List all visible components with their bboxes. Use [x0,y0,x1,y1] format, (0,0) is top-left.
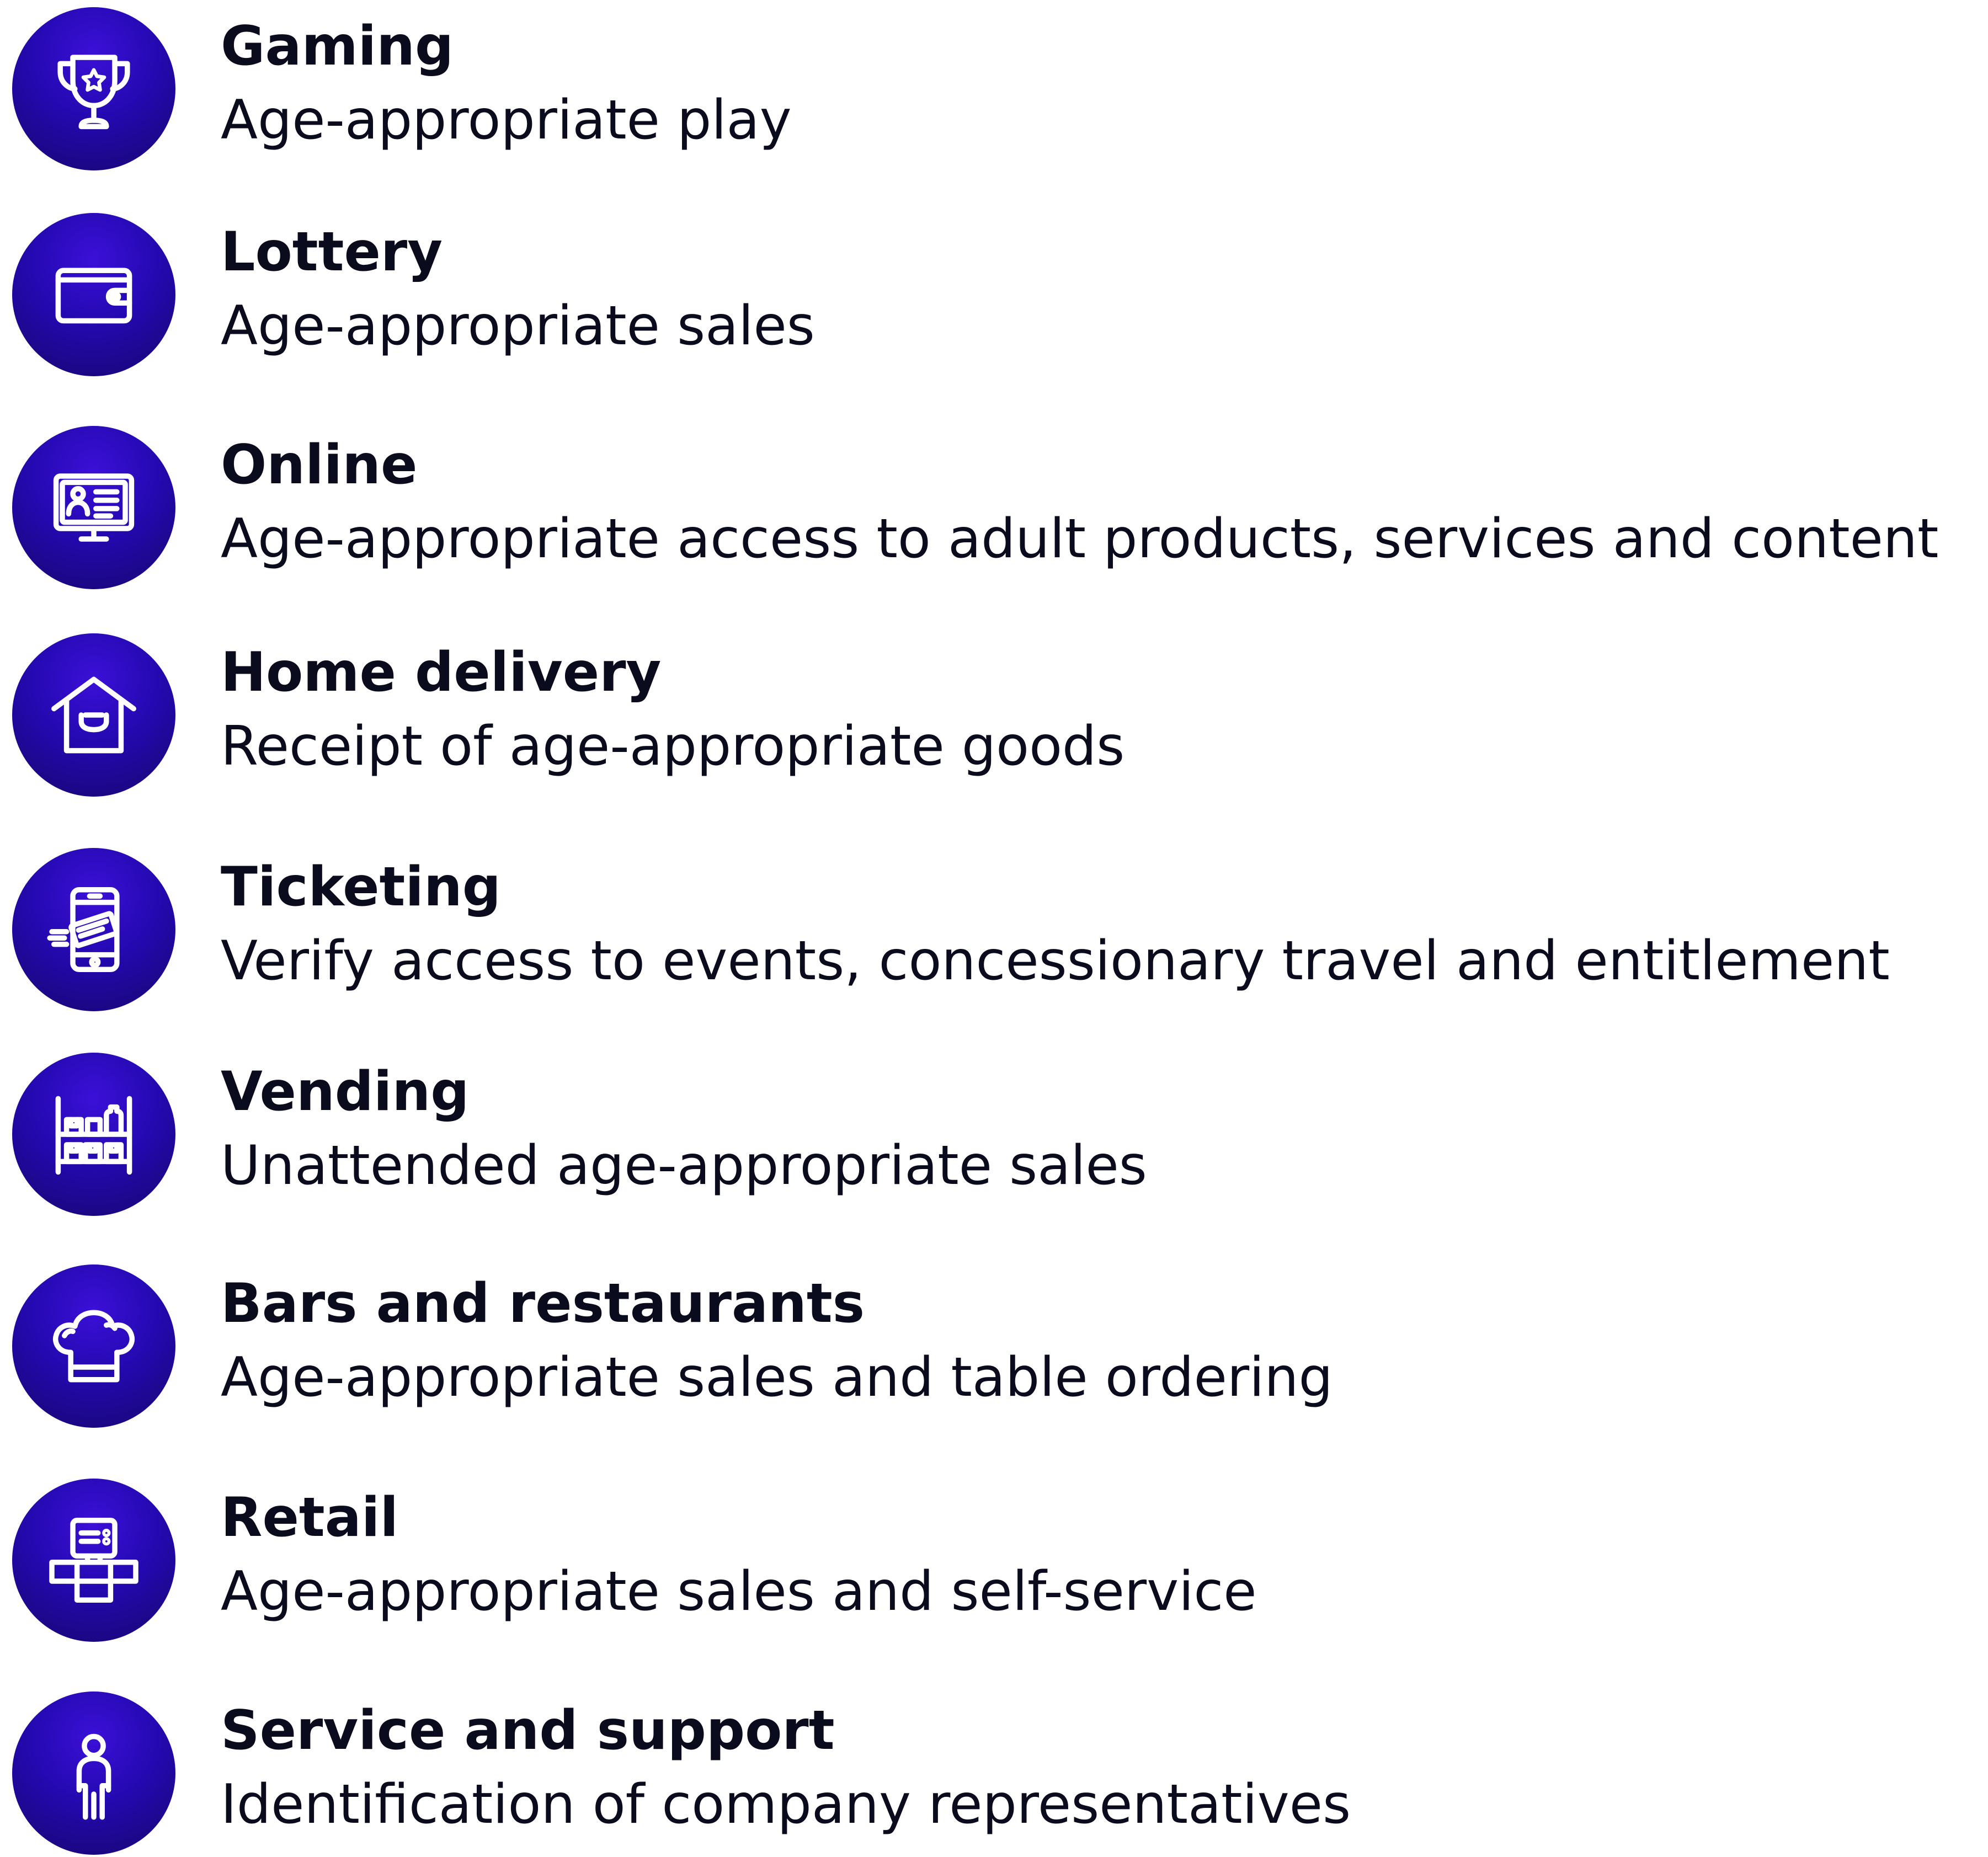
item-title: Ticketing [221,856,501,919]
item-description: Identification of company representative… [221,1773,1351,1836]
house-bag-icon [12,633,175,797]
list-item-online: Online Age-appropriate access to adult p… [0,426,1988,591]
item-description: Age-appropriate play [221,89,792,152]
phone-ticket-icon [12,848,175,1011]
shelves-icon [12,1053,175,1216]
item-title: Bars and restaurants [221,1272,865,1335]
list-item-vending: Vending Unattended age-appropriate sales [0,1053,1988,1218]
list-item-ticketing: Ticketing Verify access to events, conce… [0,848,1988,1013]
monitor-profile-icon [12,426,175,589]
trophy-icon [12,7,175,170]
item-description: Unattended age-appropriate sales [221,1134,1147,1197]
item-title: Home delivery [221,641,662,704]
item-description: Age-appropriate sales [221,295,815,357]
item-description: Age-appropriate sales and self-service [221,1560,1257,1623]
list-item-home-delivery: Home delivery Receipt of age-appropriate… [0,633,1988,799]
item-description: Verify access to events, concessionary t… [221,930,1890,992]
item-description: Receipt of age-appropriate goods [221,715,1125,778]
list-item-bars-and-restaurants: Bars and restaurants Age-appropriate sal… [0,1264,1988,1430]
item-title: Online [221,434,418,497]
wallet-icon [12,213,175,376]
list-item-lottery: Lottery Age-appropriate sales [0,213,1988,378]
list-item-retail: Retail Age-appropriate sales and self-se… [0,1479,1988,1644]
item-description: Age-appropriate sales and table ordering [221,1346,1333,1409]
item-title: Retail [221,1486,399,1549]
item-title: Lottery [221,221,443,284]
item-description: Age-appropriate access to adult products… [221,508,1939,570]
item-title: Gaming [221,15,454,78]
chef-hat-icon [12,1264,175,1428]
list-item-gaming: Gaming Age-appropriate play [0,7,1988,173]
kiosk-icon [12,1479,175,1642]
item-title: Vending [221,1060,470,1123]
use-case-list: Gaming Age-appropriate play Lottery Age-… [0,0,1988,1855]
item-title: Service and support [221,1699,835,1762]
list-item-service-and-support: Service and support Identification of co… [0,1691,1988,1857]
person-icon [12,1691,175,1855]
